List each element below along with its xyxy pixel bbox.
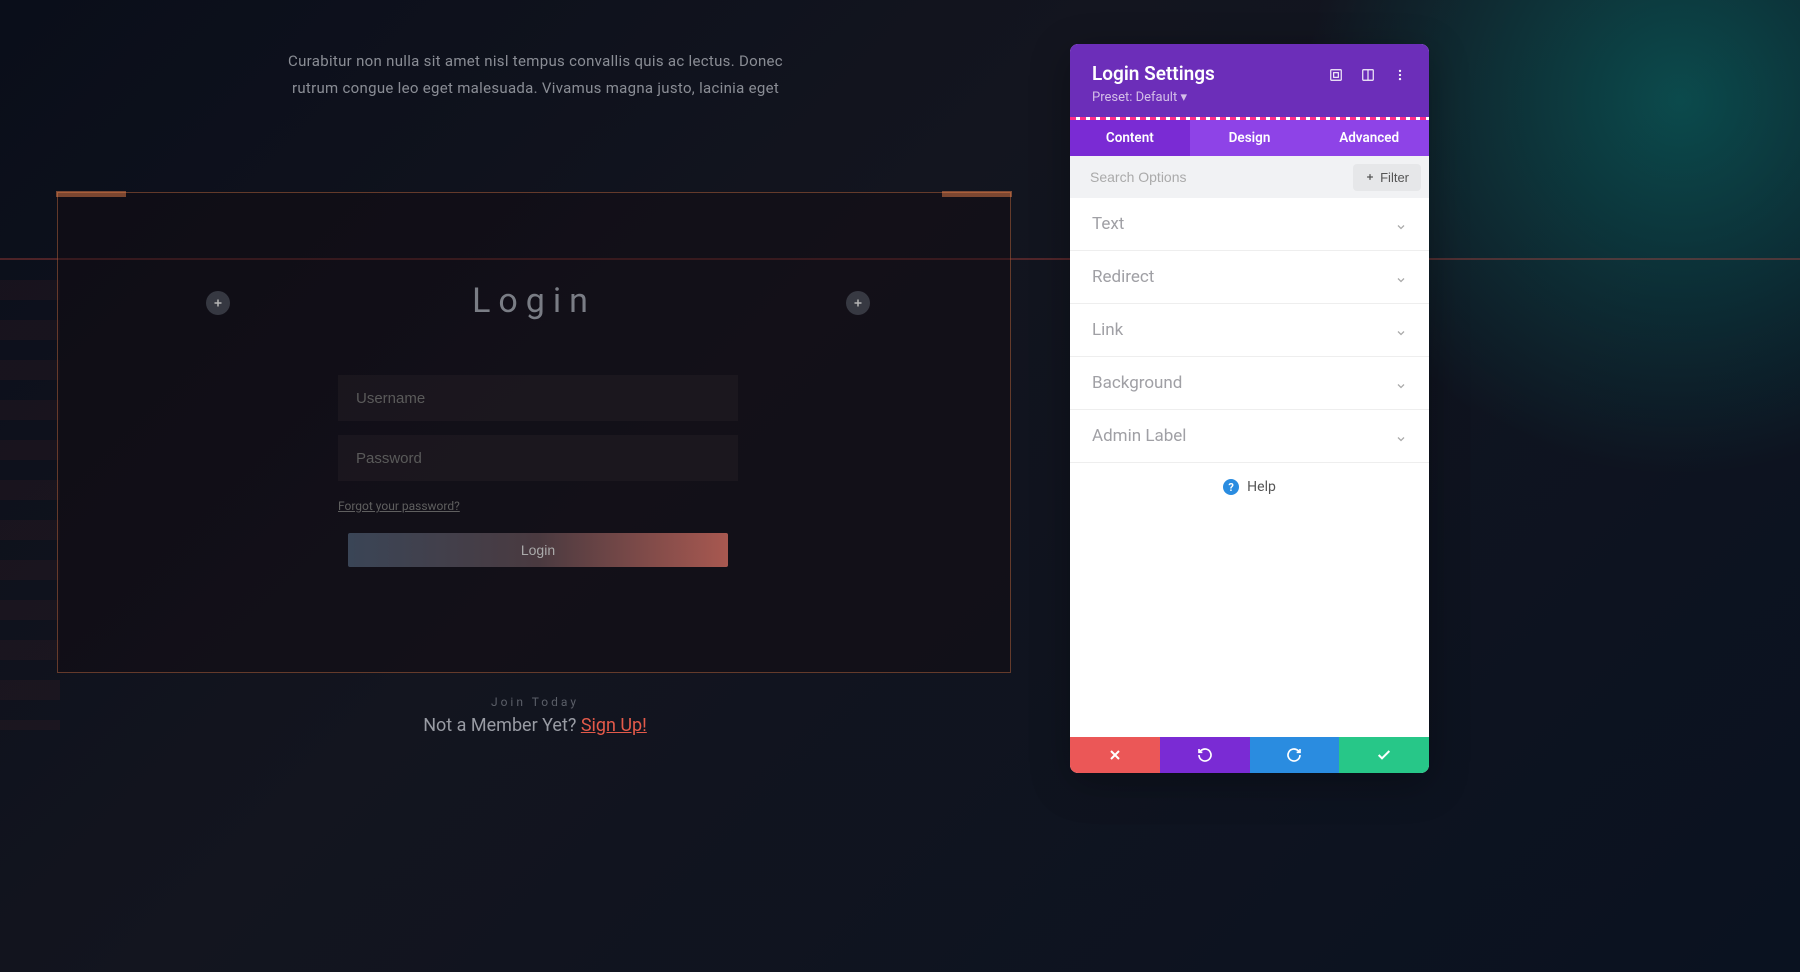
chevron-down-icon	[1395, 218, 1407, 230]
check-icon	[1376, 747, 1392, 763]
settings-panel: Login Settings Preset: Default ▾ Content…	[1070, 44, 1429, 773]
section-redirect[interactable]: Redirect	[1070, 251, 1429, 304]
section-label-redirect: Redirect	[1092, 267, 1154, 287]
password-input[interactable]	[338, 435, 738, 481]
filter-button[interactable]: Filter	[1353, 164, 1421, 191]
section-label-background: Background	[1092, 373, 1182, 393]
menu-dots-icon[interactable]	[1393, 67, 1407, 81]
login-heading: Login	[58, 281, 1010, 321]
help-label: Help	[1247, 479, 1276, 495]
panel-footer	[1070, 737, 1429, 773]
section-admin-label[interactable]: Admin Label	[1070, 410, 1429, 463]
chevron-down-icon	[1395, 430, 1407, 442]
panel-tabs: Content Design Advanced	[1070, 120, 1429, 156]
expand-icon[interactable]	[1329, 67, 1343, 81]
panel-title: Login Settings	[1092, 62, 1215, 85]
login-form: Forgot your password? Login	[338, 375, 738, 567]
close-icon	[1107, 747, 1123, 763]
login-submit-button[interactable]: Login	[348, 533, 728, 567]
cancel-button[interactable]	[1070, 737, 1160, 773]
tab-design[interactable]: Design	[1190, 120, 1310, 156]
preset-label: Preset: Default	[1092, 90, 1177, 105]
section-label-link: Link	[1092, 320, 1123, 340]
sign-up-link[interactable]: Sign Up!	[581, 715, 647, 736]
preset-dropdown[interactable]: Preset: Default ▾	[1092, 90, 1407, 105]
save-button[interactable]	[1339, 737, 1429, 773]
search-options-input[interactable]	[1070, 161, 1353, 193]
help-icon: ?	[1223, 479, 1239, 495]
username-input[interactable]	[338, 375, 738, 421]
footer-cta: Join Today Not a Member Yet? Sign Up!	[0, 695, 1070, 736]
not-member-prefix: Not a Member Yet?	[423, 715, 581, 736]
section-label-text: Text	[1092, 214, 1124, 234]
tab-content[interactable]: Content	[1070, 120, 1190, 156]
snap-icon[interactable]	[1361, 67, 1375, 81]
forgot-password-link[interactable]: Forgot your password?	[338, 499, 460, 513]
intro-paragraph: Curabitur non nulla sit amet nisl tempus…	[288, 48, 783, 102]
section-link[interactable]: Link	[1070, 304, 1429, 357]
section-text[interactable]: Text	[1070, 198, 1429, 251]
plus-icon	[1365, 170, 1375, 185]
filter-label: Filter	[1380, 170, 1409, 185]
sections-list: Text Redirect Link Background Admin Labe…	[1070, 198, 1429, 737]
bg-stripes	[0, 280, 60, 730]
panel-header[interactable]: Login Settings Preset: Default ▾	[1070, 44, 1429, 117]
help-button[interactable]: ? Help	[1070, 463, 1429, 511]
login-module[interactable]: Login Forgot your password? Login	[57, 192, 1011, 673]
redo-icon	[1286, 747, 1302, 763]
caret-down-icon: ▾	[1180, 90, 1187, 105]
search-row: Filter	[1070, 156, 1429, 198]
chevron-down-icon	[1395, 377, 1407, 389]
section-label-admin: Admin Label	[1092, 426, 1186, 446]
not-member-text: Not a Member Yet? Sign Up!	[0, 715, 1070, 736]
undo-icon	[1197, 747, 1213, 763]
redo-button[interactable]	[1250, 737, 1340, 773]
chevron-down-icon	[1395, 324, 1407, 336]
section-background[interactable]: Background	[1070, 357, 1429, 410]
undo-button[interactable]	[1160, 737, 1250, 773]
join-today-label: Join Today	[0, 695, 1070, 709]
chevron-down-icon	[1395, 271, 1407, 283]
tab-advanced[interactable]: Advanced	[1309, 120, 1429, 156]
